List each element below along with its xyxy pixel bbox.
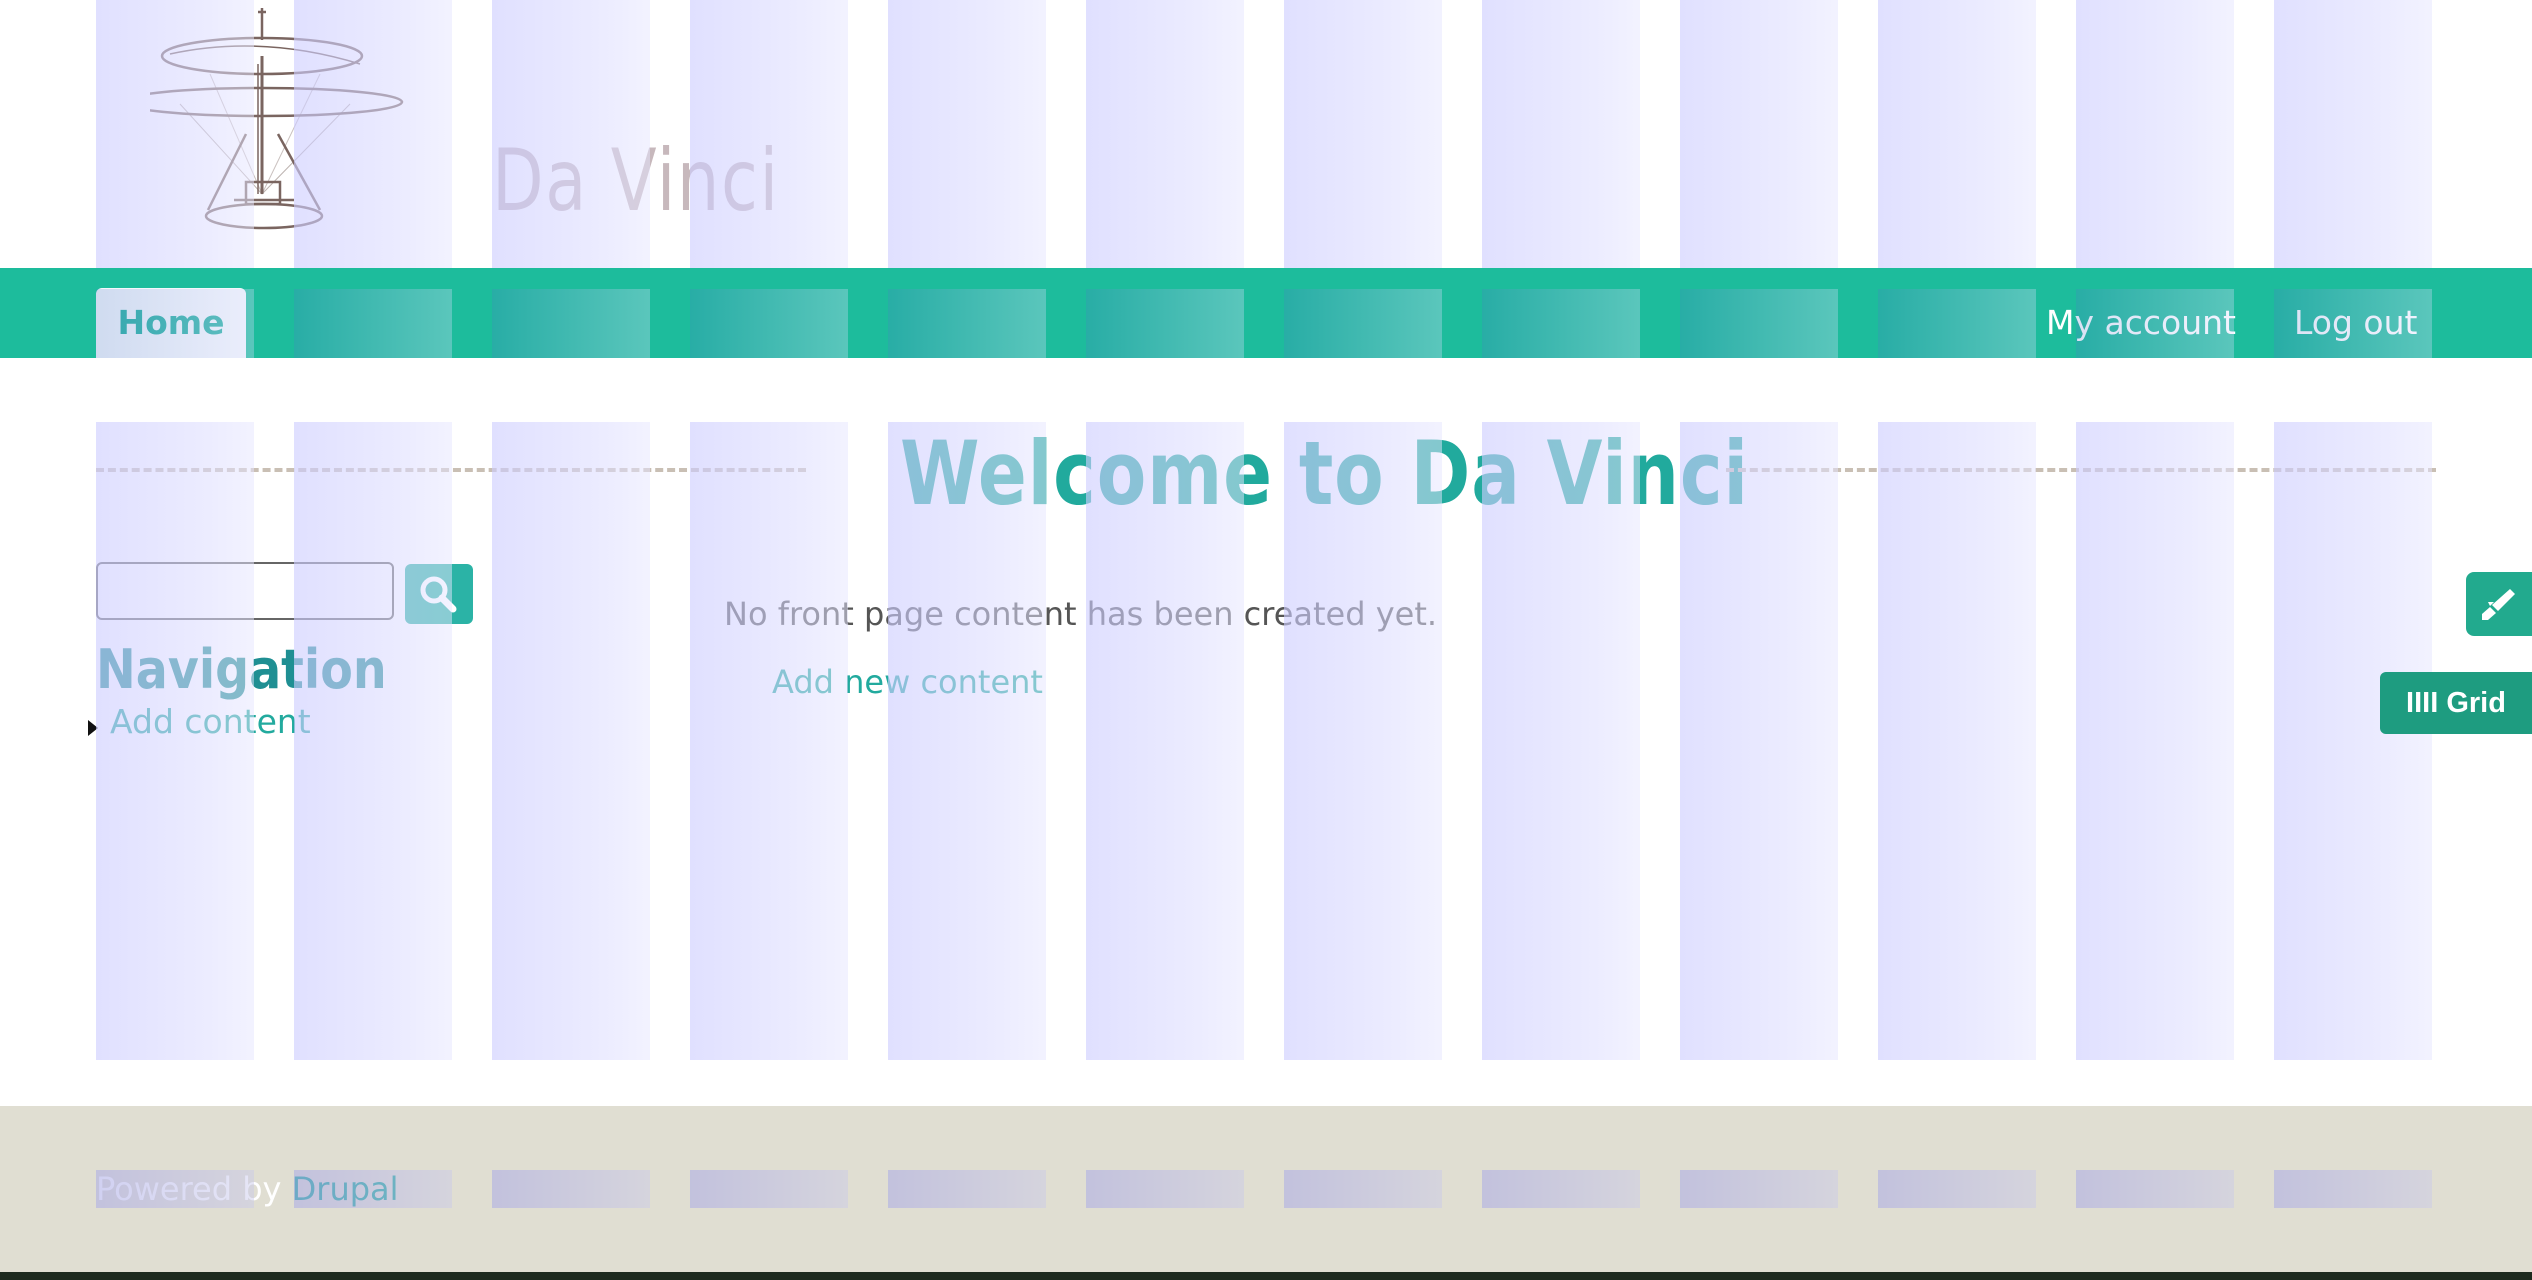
add-new-content-link[interactable]: Add new content: [772, 663, 1043, 701]
helicopter-sketch-icon: [120, 8, 404, 230]
site-name[interactable]: Da Vinci: [492, 138, 780, 224]
log-out-link[interactable]: Log out: [2294, 288, 2417, 358]
search-input[interactable]: [96, 562, 394, 620]
sidebar-item-add-content[interactable]: Add content: [110, 702, 311, 741]
rocket-brush-icon: [2482, 589, 2515, 620]
tab-home[interactable]: Home: [96, 288, 246, 358]
bottom-background-strip: [0, 1272, 2532, 1280]
empty-content-message: No front page content has been created y…: [724, 595, 1438, 633]
grid-column: [2274, 422, 2432, 1060]
my-account-link[interactable]: My account: [2046, 288, 2236, 358]
page-title: Welcome to Da Vinci: [900, 422, 1749, 525]
title-divider-left: [96, 468, 806, 472]
grid-column: [690, 422, 848, 1060]
site-logo[interactable]: [120, 4, 420, 236]
title-divider-right: [1726, 468, 2436, 472]
grid-column: [492, 422, 650, 1060]
footer-credit: Powered by Drupal: [96, 1170, 399, 1208]
grid-column: [2076, 422, 2234, 1060]
powered-by-text: Powered by: [96, 1170, 292, 1208]
grid-toggle-button[interactable]: IIII Grid: [2380, 672, 2532, 734]
theme-settings-button[interactable]: [2466, 572, 2532, 636]
triangle-right-icon: [88, 720, 98, 736]
site-footer: Powered by Drupal: [0, 1106, 2532, 1272]
drupal-link[interactable]: Drupal: [292, 1170, 399, 1208]
page: Da Vinci Home My account Log out Welcome…: [0, 0, 2532, 1280]
search-icon: [420, 576, 457, 613]
grid-column: [1878, 422, 2036, 1060]
primary-nav: Home My account Log out: [0, 268, 2532, 358]
grid-column: [294, 422, 452, 1060]
grid-column: [96, 422, 254, 1060]
site-header: Da Vinci: [0, 0, 2532, 268]
navigation-heading: Navigation: [96, 638, 387, 701]
search-button[interactable]: [405, 564, 473, 624]
